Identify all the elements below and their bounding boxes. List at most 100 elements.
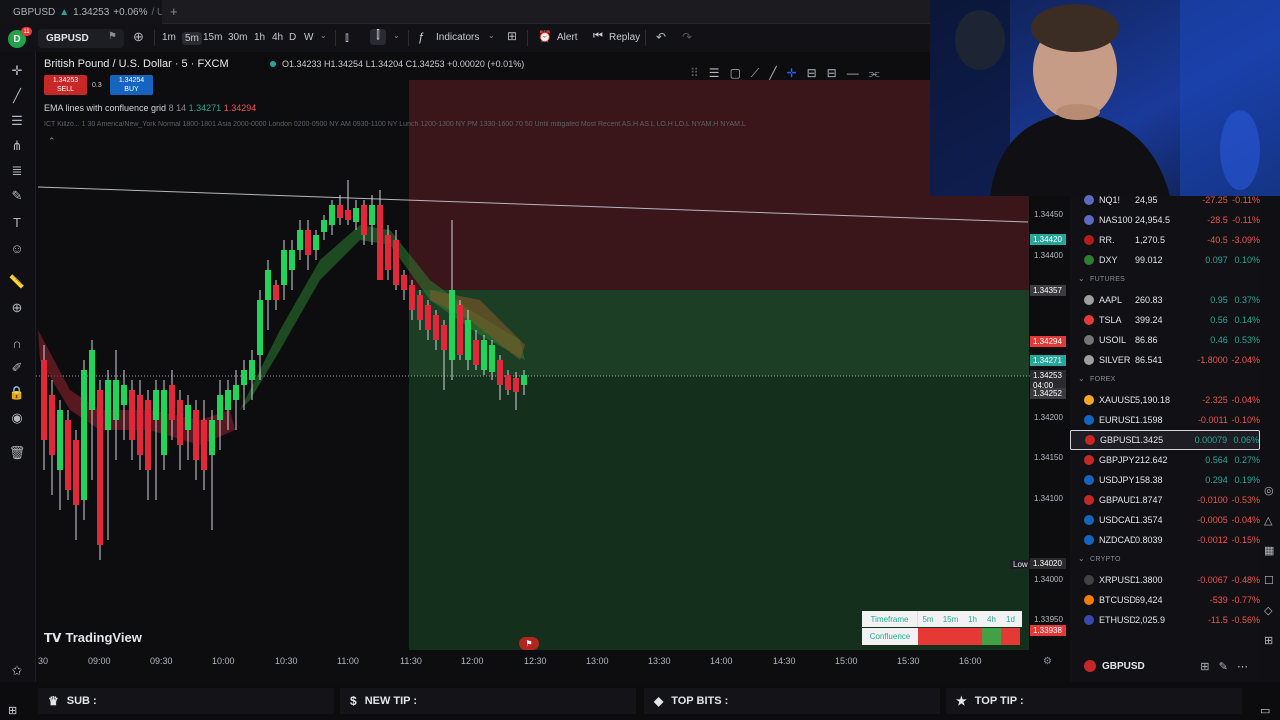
watchlist-row[interactable]: USDCAD 1.3574 -0.0005 -0.04% xyxy=(1070,510,1260,530)
interval-5m[interactable]: 5m xyxy=(182,32,202,45)
time-tick-label: 15:00 xyxy=(835,656,858,666)
measure-icon[interactable]: ⫘ xyxy=(869,66,880,81)
watchlist-row[interactable]: SILVER 86.541 -1.8000 -2.04% xyxy=(1070,350,1260,370)
ideas-icon[interactable]: △ xyxy=(1264,514,1278,528)
ict-killzones-legend[interactable]: ICT Killzo... 1 30 America/New_York Norm… xyxy=(44,121,944,128)
text-tool-icon[interactable]: T xyxy=(8,213,26,231)
alert-button[interactable]: Alert xyxy=(557,32,578,43)
crosshair-tool-icon[interactable]: ✛ xyxy=(787,66,797,80)
path-icon[interactable]: ⟋ xyxy=(751,66,759,81)
trash-icon[interactable]: 🗑 xyxy=(8,444,26,462)
favorites-icon[interactable]: ✩ xyxy=(8,662,26,680)
watchlist-row[interactable]: GBPJPY 212.642 0.564 0.27% xyxy=(1070,450,1260,470)
drag-handle-icon[interactable]: ⠿ xyxy=(690,66,699,80)
undo-icon[interactable]: ↶ xyxy=(656,30,666,44)
buy-button[interactable]: 1.34254 BUY xyxy=(110,75,153,95)
watchlist-row[interactable]: RR. 1,270.5 -40.5 -3.09% xyxy=(1070,230,1260,250)
watchlist-row[interactable]: AAPL 260.83 0.95 0.37% xyxy=(1070,290,1260,310)
horizontal-lines-icon[interactable]: ☰ xyxy=(8,112,26,130)
redo-icon[interactable]: ↷ xyxy=(682,30,692,44)
bar-type-icon[interactable]: ⫾ xyxy=(345,30,349,45)
short-position-icon[interactable]: ⊟ xyxy=(827,66,837,80)
flag-icon[interactable]: ⚑ xyxy=(108,31,117,42)
target-icon[interactable]: ◎ xyxy=(1264,484,1278,498)
replay-icon[interactable]: ⏮ xyxy=(593,30,603,43)
chat-icon[interactable]: ☐ xyxy=(1264,574,1278,588)
line-icon[interactable]: ╱ xyxy=(769,66,776,80)
ema-indicator-legend[interactable]: EMA lines with confluence grid 8 14 1.34… xyxy=(44,103,256,113)
watchlist-row[interactable]: GBPUSD 1.3425 0.00079 0.06% xyxy=(1070,430,1260,450)
windows-start-icon[interactable]: ⊞ xyxy=(8,704,17,717)
fib-tools-icon[interactable]: ≣ xyxy=(8,162,26,180)
interval-1h[interactable]: 1h xyxy=(254,32,265,43)
pitchfork-icon[interactable]: ⋔ xyxy=(8,137,26,155)
new-tab-icon[interactable]: + xyxy=(170,4,178,19)
compare-add-icon[interactable]: ⊕ xyxy=(133,29,144,45)
footer-symbol[interactable]: GBPUSD xyxy=(1102,661,1145,672)
browser-tab[interactable]: GBPUSD ▲ 1.34253 +0.06% / Unn xyxy=(0,0,162,24)
watchlist-row[interactable]: EURUSD 1.1598 -0.0011 -0.10% xyxy=(1070,410,1260,430)
indicators-icon[interactable]: ƒ xyxy=(418,30,425,44)
watchlist-row[interactable]: XAUUSD 5,190.18 -2.325 -0.04% xyxy=(1070,390,1260,410)
watchlist-row[interactable]: XRPUSD 1.3800 -0.0067 -0.48% xyxy=(1070,570,1260,590)
watchlist-section-forex[interactable]: FOREX xyxy=(1090,376,1116,383)
crosshair-icon[interactable]: ✛ xyxy=(8,62,26,80)
alert-icon[interactable]: ⏰ xyxy=(538,30,552,43)
watchlist-row[interactable]: ETHUSD 2,025.9 -11.5 -0.56% xyxy=(1070,610,1260,630)
flag-event-icon[interactable]: ⚑ xyxy=(519,637,539,650)
section-chevron-icon[interactable]: ⌄ xyxy=(1078,374,1085,383)
long-position-icon[interactable]: ⊟ xyxy=(807,66,817,80)
interval-30m[interactable]: 30m xyxy=(228,32,247,43)
indicators-dropdown-icon[interactable]: ⌄ xyxy=(488,31,495,40)
watchlist-row[interactable]: USDJPY 158.38 0.294 0.19% xyxy=(1070,470,1260,490)
layout-grid-icon[interactable]: ⊞ xyxy=(507,29,517,43)
price-chart[interactable] xyxy=(36,52,1070,682)
watchlist-row[interactable]: NZDCAD 0.8039 -0.0012 -0.15% xyxy=(1070,530,1260,550)
interval-w[interactable]: W xyxy=(304,32,313,43)
eye-icon[interactable]: ◉ xyxy=(8,409,26,427)
collapse-legend-icon[interactable]: ⌃ xyxy=(48,136,56,147)
emoji-icon[interactable]: ☺ xyxy=(8,239,26,257)
watchlist-row[interactable]: TSLA 399.24 0.56 0.14% xyxy=(1070,310,1260,330)
indicators-button[interactable]: Indicators xyxy=(436,32,479,43)
rectangle-icon[interactable]: ▢ xyxy=(730,66,741,80)
system-tray-icon[interactable]: ▭ xyxy=(1260,704,1270,717)
more-icon[interactable]: ⋯ xyxy=(1237,661,1248,673)
section-chevron-icon[interactable]: ⌄ xyxy=(1078,274,1085,283)
candles-icon[interactable]: ⫿ xyxy=(370,29,386,45)
watchlist-section-futures[interactable]: FUTURES xyxy=(1090,276,1125,283)
replay-button[interactable]: Replay xyxy=(609,32,640,43)
brush-icon[interactable]: ✎ xyxy=(8,187,26,205)
calendar-icon[interactable]: ▦ xyxy=(1264,544,1278,558)
magnet-icon[interactable]: ∩ xyxy=(8,334,26,352)
interval-4h[interactable]: 4h xyxy=(272,32,283,43)
layout-icon[interactable]: ⊞ xyxy=(1200,661,1209,673)
apps-grid-icon[interactable]: ⊞ xyxy=(1264,634,1278,648)
interval-1m[interactable]: 1m xyxy=(162,32,176,43)
watchlist-section-crypto[interactable]: CRYPTO xyxy=(1090,556,1121,563)
zoom-icon[interactable]: ⊕ xyxy=(8,299,26,317)
settings-gear-icon[interactable]: ⚙ xyxy=(1043,656,1052,667)
lock-drawing-icon[interactable]: ✐ xyxy=(8,359,26,377)
watchlist-row[interactable]: GBPAUD 1.8747 -0.0100 -0.53% xyxy=(1070,490,1260,510)
chart-type-dropdown-icon[interactable]: ⌄ xyxy=(393,31,400,40)
watchlist-row[interactable]: NQ1! 24,95 -27.25 -0.11% xyxy=(1070,190,1260,210)
list-icon[interactable]: ☰ xyxy=(709,66,720,80)
edit-icon[interactable]: ✎ xyxy=(1219,661,1228,673)
section-chevron-icon[interactable]: ⌄ xyxy=(1078,554,1085,563)
chart-pane[interactable] xyxy=(36,52,1070,682)
sell-button[interactable]: 1.34253 SELL xyxy=(44,75,87,95)
hline-icon[interactable]: ― xyxy=(847,66,859,80)
interval-dropdown-icon[interactable]: ⌄ xyxy=(320,31,327,40)
watchlist-row[interactable]: DXY 99.012 0.097 0.10% xyxy=(1070,250,1260,270)
ruler-icon[interactable]: 📏 xyxy=(8,273,26,291)
trend-line-icon[interactable]: ╱ xyxy=(8,87,26,105)
watchlist-row[interactable]: NAS100 24,954.5 -28.5 -0.11% xyxy=(1070,210,1260,230)
interval-15m[interactable]: 15m xyxy=(203,32,222,43)
watchlist-row[interactable]: USOIL 86.86 0.46 0.53% xyxy=(1070,330,1260,350)
chart-title[interactable]: British Pound / U.S. Dollar · 5 · FXCM xyxy=(44,58,229,70)
interval-d[interactable]: D xyxy=(289,32,296,43)
notifications-icon[interactable]: ◇ xyxy=(1264,604,1278,618)
watchlist-row[interactable]: BTCUSD 69,424 -539 -0.77% xyxy=(1070,590,1260,610)
lock-icon[interactable]: 🔒 xyxy=(8,384,26,402)
